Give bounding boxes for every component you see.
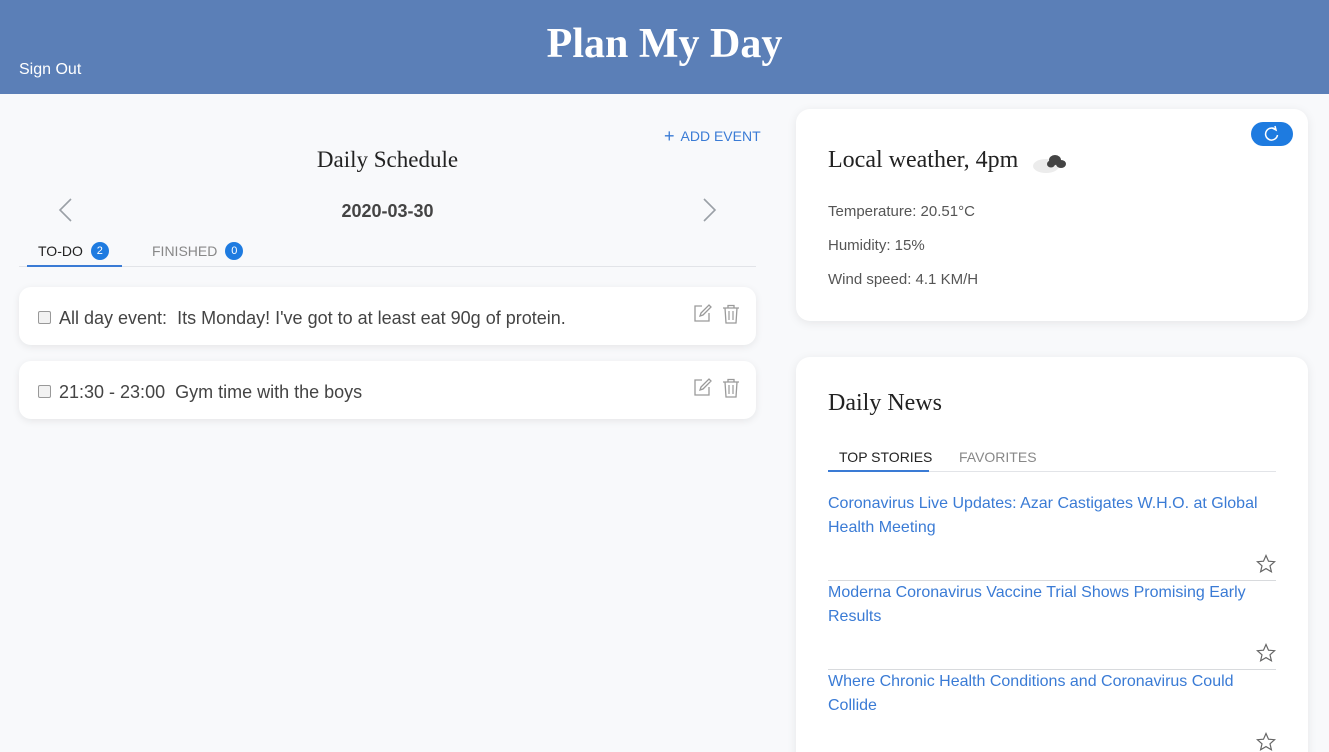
cloudy-icon (1032, 149, 1070, 175)
star-icon[interactable] (1255, 554, 1277, 574)
todo-count-badge: 2 (90, 242, 109, 260)
tab-todo[interactable]: TO-DO 2 (38, 242, 109, 260)
wind-speed-text: Wind speed: 4.1 KM/H (828, 271, 979, 288)
next-day-chevron-icon[interactable] (696, 196, 720, 224)
tab-finished[interactable]: FINISHED 0 (152, 242, 244, 260)
plus-icon: + (664, 126, 675, 146)
news-headline-link[interactable]: Moderna Coronavirus Vaccine Trial Shows … (828, 581, 1258, 629)
star-icon[interactable] (1255, 643, 1277, 663)
current-date: 2020-03-30 (341, 201, 434, 221)
news-headline-link[interactable]: Coronavirus Live Updates: Azar Castigate… (828, 492, 1258, 540)
event-description: Gym time with the boys (175, 382, 363, 402)
news-headline-link[interactable]: Where Chronic Health Conditions and Coro… (828, 670, 1258, 718)
news-tabs: TOP STORIES FAVORITES (828, 441, 1276, 472)
schedule-tabs: TO-DO 2 FINISHED 0 (19, 236, 756, 267)
add-event-label: ADD EVENT (680, 128, 761, 144)
event-checkbox[interactable] (38, 385, 51, 398)
weather-title: Local weather, 4pm (828, 147, 1019, 173)
finished-count-badge: 0 (225, 242, 244, 260)
trash-icon[interactable] (722, 378, 740, 398)
star-icon[interactable] (1255, 732, 1277, 752)
edit-icon[interactable] (692, 304, 712, 324)
news-card: Daily News TOP STORIES FAVORITES Coronav… (796, 357, 1308, 752)
schedule-title: Daily Schedule (316, 147, 459, 172)
tab-finished-label: FINISHED (152, 243, 218, 259)
add-event-button[interactable]: + ADD EVENT (664, 126, 761, 146)
event-text: All day event: Its Monday! I've got to a… (59, 308, 566, 329)
event-description: Its Monday! I've got to at least eat 90g… (177, 308, 566, 328)
temperature-text: Temperature: 20.51°C (828, 203, 975, 220)
app-header: Plan My Day Sign Out (0, 0, 1329, 94)
weather-card: Local weather, 4pm Temperature: 20.51°C … (796, 109, 1308, 321)
edit-icon[interactable] (692, 378, 712, 398)
event-text: 21:30 - 23:00 Gym time with the boys (59, 382, 362, 403)
news-item: Moderna Coronavirus Vaccine Trial Shows … (828, 581, 1277, 670)
news-item: Where Chronic Health Conditions and Coro… (828, 670, 1277, 752)
tab-todo-label: TO-DO (38, 243, 83, 259)
news-item: Coronavirus Live Updates: Azar Castigate… (828, 492, 1277, 581)
refresh-button[interactable] (1251, 122, 1293, 146)
humidity-text: Humidity: 15% (828, 237, 925, 254)
tab-top-stories[interactable]: TOP STORIES (839, 449, 932, 465)
news-title: Daily News (828, 390, 942, 416)
event-card: 21:30 - 23:00 Gym time with the boys (19, 361, 756, 419)
event-time: All day event: (59, 308, 168, 328)
trash-icon[interactable] (722, 304, 740, 324)
sign-out-link[interactable]: Sign Out (19, 61, 81, 79)
event-checkbox[interactable] (38, 311, 51, 324)
refresh-icon (1264, 125, 1279, 141)
tab-favorites[interactable]: FAVORITES (959, 449, 1037, 465)
active-news-tab-indicator (828, 470, 929, 472)
active-tab-indicator (27, 265, 122, 267)
event-card: All day event: Its Monday! I've got to a… (19, 287, 756, 345)
app-title: Plan My Day (546, 21, 783, 67)
event-time: 21:30 - 23:00 (59, 382, 166, 402)
